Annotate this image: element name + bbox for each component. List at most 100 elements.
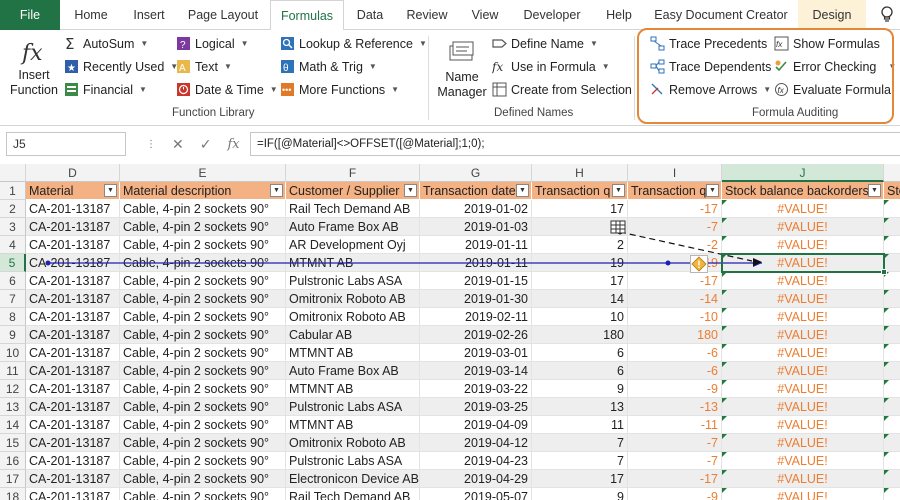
cell-desc[interactable]: Cable, 4-pin 2 sockets 90° [120, 326, 286, 344]
cell-desc[interactable]: Cable, 4-pin 2 sockets 90° [120, 452, 286, 470]
column-header-g[interactable]: G [420, 164, 532, 182]
filter-dropdown-icon[interactable]: ▼ [706, 184, 719, 197]
row-header[interactable]: 13 [0, 398, 26, 416]
financial-button[interactable]: Financial ▼ [64, 82, 147, 97]
column-header-j[interactable]: J [722, 164, 884, 182]
cell-cust[interactable]: MTMNT AB [286, 416, 420, 434]
column-header-e[interactable]: E [120, 164, 286, 182]
error-warning-icon[interactable] [690, 255, 708, 273]
cell-cust[interactable]: Omitronix Roboto AB [286, 434, 420, 452]
cell-date[interactable]: 2019-01-11 [420, 254, 532, 272]
cell-material[interactable]: CA-201-13187 [26, 344, 120, 362]
cell-desc[interactable]: Cable, 4-pin 2 sockets 90° [120, 200, 286, 218]
column-header-d[interactable]: D [26, 164, 120, 182]
row-header[interactable]: 6 [0, 272, 26, 290]
cell-material[interactable]: CA-201-13187 [26, 326, 120, 344]
cell-tq[interactable]: -9 [628, 380, 722, 398]
table-header-cell[interactable]: Transaction date ▼ [420, 182, 532, 200]
cell-qty[interactable]: 6 [532, 344, 628, 362]
cell-cust[interactable]: MTMNT AB [286, 344, 420, 362]
cell-material[interactable]: CA-201-13187 [26, 398, 120, 416]
create-from-selection-button[interactable]: Create from Selection [492, 82, 632, 97]
date-time-button[interactable]: Date & Time ▼ [176, 82, 278, 97]
tab-file[interactable]: File [0, 0, 60, 30]
tab-developer[interactable]: Developer [512, 0, 592, 30]
cell-date[interactable]: 2019-01-03 [420, 218, 532, 236]
cell-material[interactable]: CA-201-13187 [26, 470, 120, 488]
insert-function-icon[interactable]: fx [227, 137, 239, 152]
worksheet-grid[interactable]: D E F G H I J 1 Material ▼ Material description ▼ Cu… [0, 164, 900, 500]
column-header-next[interactable] [884, 164, 900, 182]
cell-bal[interactable]: #VALUE! [722, 272, 884, 290]
cell-tq[interactable]: -10 [628, 308, 722, 326]
row-header[interactable]: 2 [0, 200, 26, 218]
cell-tq[interactable]: -13 [628, 398, 722, 416]
cell-bal[interactable]: #VALUE! [722, 344, 884, 362]
tab-review[interactable]: Review [396, 0, 458, 30]
cell-date[interactable]: 2019-03-01 [420, 344, 532, 362]
cell-material[interactable]: CA-201-13187 [26, 254, 120, 272]
cell-date[interactable]: 2019-04-12 [420, 434, 532, 452]
cell-next-column[interactable] [884, 452, 900, 470]
recently-used-button[interactable]: ★ Recently Used ▼ [64, 59, 178, 74]
define-name-button[interactable]: Define Name ▼ [492, 36, 598, 51]
cell-bal[interactable]: #VALUE! [722, 434, 884, 452]
more-functions-button[interactable]: ••• More Functions ▼ [280, 82, 399, 97]
cell-next-column[interactable] [884, 200, 900, 218]
cell-bal[interactable]: #VALUE! [722, 380, 884, 398]
cell-cust[interactable]: Rail Tech Demand AB [286, 200, 420, 218]
cell-next-column[interactable] [884, 290, 900, 308]
cancel-icon[interactable]: ✕ [172, 136, 184, 153]
cell-tq[interactable]: -17 [628, 272, 722, 290]
cell-next-column[interactable] [884, 434, 900, 452]
row-header[interactable]: 15 [0, 434, 26, 452]
row-header[interactable]: 11 [0, 362, 26, 380]
row-header[interactable]: 9 [0, 326, 26, 344]
cell-date[interactable]: 2019-01-30 [420, 290, 532, 308]
cell-next-column[interactable] [884, 380, 900, 398]
cell-material[interactable]: CA-201-13187 [26, 362, 120, 380]
formula-input[interactable]: =IF([@Material]<>OFFSET([@Material];1;0)… [250, 132, 900, 156]
cell-desc[interactable]: Cable, 4-pin 2 sockets 90° [120, 434, 286, 452]
cell-qty[interactable]: 7 [532, 434, 628, 452]
row-header[interactable]: 7 [0, 290, 26, 308]
cell-next-column[interactable] [884, 416, 900, 434]
cell-material[interactable]: CA-201-13187 [26, 236, 120, 254]
cell-material[interactable]: CA-201-13187 [26, 434, 120, 452]
cell-date[interactable]: 2019-01-02 [420, 200, 532, 218]
cell-desc[interactable]: Cable, 4-pin 2 sockets 90° [120, 290, 286, 308]
cell-material[interactable]: CA-201-13187 [26, 380, 120, 398]
cell-date[interactable]: 2019-02-11 [420, 308, 532, 326]
filter-dropdown-icon[interactable]: ▼ [868, 184, 881, 197]
cell-desc[interactable]: Cable, 4-pin 2 sockets 90° [120, 398, 286, 416]
table-header-cell[interactable]: Stock balance backorders ▼ [722, 182, 884, 200]
cell-qty[interactable]: 2 [532, 236, 628, 254]
cell-bal[interactable]: #VALUE! [722, 290, 884, 308]
cell-desc[interactable]: Cable, 4-pin 2 sockets 90° [120, 488, 286, 500]
cell-bal[interactable]: #VALUE! [722, 326, 884, 344]
cell-tq[interactable]: -17 [628, 470, 722, 488]
tab-design[interactable]: Design [798, 0, 866, 30]
cell-next-column[interactable] [884, 218, 900, 236]
cell-tq[interactable]: -2 [628, 236, 722, 254]
cell-material[interactable]: CA-201-13187 [26, 308, 120, 326]
table-header-cell[interactable]: Material ▼ [26, 182, 120, 200]
cell-tq[interactable]: -14 [628, 290, 722, 308]
row-header[interactable]: 12 [0, 380, 26, 398]
tab-data[interactable]: Data [346, 0, 394, 30]
enter-icon[interactable]: ✓ [200, 136, 212, 153]
cell-qty[interactable]: 6 [532, 362, 628, 380]
cell-date[interactable]: 2019-04-09 [420, 416, 532, 434]
cell-tq[interactable]: 180 [628, 326, 722, 344]
cell-material[interactable]: CA-201-13187 [26, 452, 120, 470]
row-header[interactable]: 17 [0, 470, 26, 488]
cell-desc[interactable]: Cable, 4-pin 2 sockets 90° [120, 236, 286, 254]
tab-help[interactable]: Help [594, 0, 644, 30]
tab-view[interactable]: View [460, 0, 510, 30]
math-trig-button[interactable]: θ Math & Trig ▼ [280, 59, 377, 74]
cell-material[interactable]: CA-201-13187 [26, 290, 120, 308]
row-header[interactable]: 18 [0, 488, 26, 500]
cell-next-column[interactable] [884, 236, 900, 254]
cell-cust[interactable]: MTMNT AB [286, 254, 420, 272]
cell-desc[interactable]: Cable, 4-pin 2 sockets 90° [120, 308, 286, 326]
